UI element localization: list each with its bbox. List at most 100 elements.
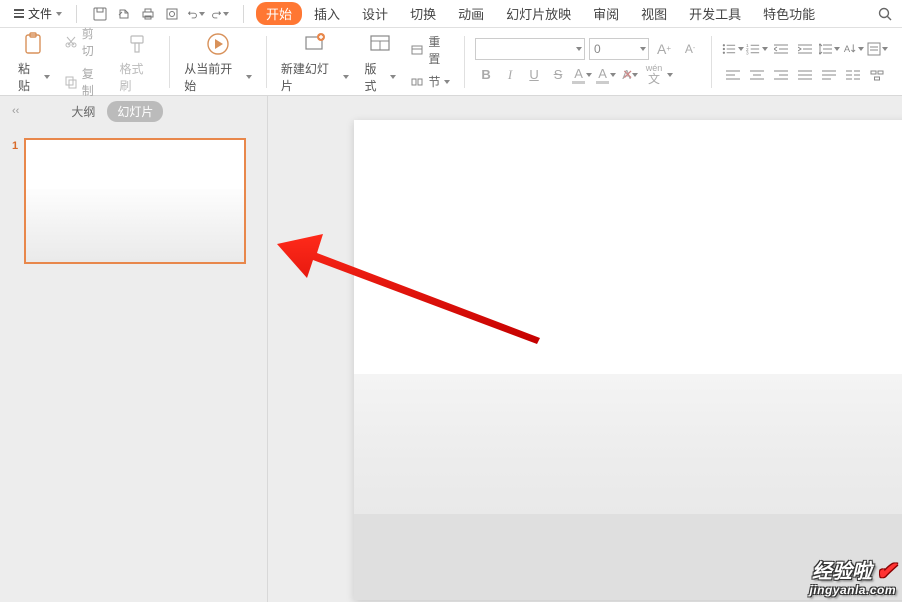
font-size-combo[interactable]: 0 <box>589 38 649 60</box>
italic-button[interactable]: I <box>499 64 521 86</box>
hamburger-icon <box>14 9 24 18</box>
slides-group: 新建幻灯片 版式 重置 节 <box>271 28 460 95</box>
chevron-down-icon <box>343 75 349 79</box>
text-direction-button[interactable]: A <box>842 39 864 59</box>
chevron-down-icon <box>223 12 229 16</box>
content-area: ‹‹ 大纲 幻灯片 1 <box>0 96 902 602</box>
chevron-down-icon <box>834 47 840 51</box>
watermark-url: jingyanla.com <box>809 584 896 596</box>
align-distribute-button[interactable] <box>818 65 840 85</box>
align-center-button[interactable] <box>746 65 768 85</box>
reset-icon <box>410 43 424 57</box>
paragraph-group: 123 A <box>716 28 894 95</box>
font-color-button[interactable]: A <box>595 64 617 86</box>
separator <box>266 36 267 88</box>
underline-button[interactable]: U <box>523 64 545 86</box>
chevron-down-icon <box>44 75 50 79</box>
clipboard-group: 粘贴 剪切 复制 格式刷 <box>8 28 165 95</box>
separator <box>76 5 77 23</box>
brush-icon <box>123 30 151 58</box>
columns-button[interactable] <box>842 65 864 85</box>
tab-developer[interactable]: 开发工具 <box>679 0 751 27</box>
chevron-down-icon <box>610 73 616 77</box>
separator <box>243 5 244 23</box>
chevron-down-icon <box>586 73 592 77</box>
from-current-button[interactable]: 从当前开始 <box>180 28 256 96</box>
copy-icon <box>64 75 78 89</box>
export-icon[interactable] <box>115 5 133 23</box>
font-family-combo[interactable] <box>475 38 585 60</box>
tab-home[interactable]: 开始 <box>256 2 302 25</box>
file-menu[interactable]: 文件 <box>8 2 68 26</box>
tab-review[interactable]: 审阅 <box>583 0 629 27</box>
section-icon <box>410 75 424 89</box>
slide-thumbnail-1[interactable]: 1 <box>12 138 255 264</box>
chevron-down-icon <box>762 47 768 51</box>
search-icon[interactable] <box>876 5 894 23</box>
chevron-down-icon <box>246 75 252 79</box>
align-text-button[interactable] <box>866 39 888 59</box>
cut-button[interactable]: 剪切 <box>62 24 108 60</box>
tab-slideshow[interactable]: 幻灯片放映 <box>496 0 581 27</box>
slide-panel: ‹‹ 大纲 幻灯片 1 <box>0 96 268 602</box>
collapse-panel-button[interactable]: ‹‹ <box>12 105 19 117</box>
convert-smartart-button[interactable] <box>866 65 888 85</box>
align-left-button[interactable] <box>722 65 744 85</box>
pinyin-button[interactable]: wén文 <box>643 64 665 86</box>
new-slide-button[interactable]: 新建幻灯片 <box>277 28 353 96</box>
check-icon: ✔ <box>876 560 896 584</box>
copy-button[interactable]: 复制 <box>62 64 108 100</box>
align-right-button[interactable] <box>770 65 792 85</box>
clear-format-button[interactable]: A✕ <box>619 64 641 86</box>
separator <box>169 36 170 88</box>
font-highlight-button[interactable]: A <box>571 64 593 86</box>
print-preview-icon[interactable] <box>163 5 181 23</box>
tab-animation[interactable]: 动画 <box>448 0 494 27</box>
scissors-icon <box>64 35 78 49</box>
format-painter-button[interactable]: 格式刷 <box>116 28 160 96</box>
chevron-down-icon <box>667 73 673 77</box>
new-slide-icon <box>301 30 329 58</box>
ribbon: 粘贴 剪切 复制 格式刷 <box>0 28 902 96</box>
tab-features[interactable]: 特色功能 <box>753 0 825 27</box>
redo-icon[interactable] <box>211 5 229 23</box>
thumbnail-preview <box>24 138 246 264</box>
section-button[interactable]: 节 <box>408 72 454 91</box>
reset-button[interactable]: 重置 <box>408 32 454 68</box>
print-icon[interactable] <box>139 5 157 23</box>
line-spacing-button[interactable] <box>818 39 840 59</box>
tab-design[interactable]: 设计 <box>352 0 398 27</box>
slide-canvas[interactable] <box>268 96 902 602</box>
outline-tab[interactable]: 大纲 <box>71 103 95 120</box>
layout-button[interactable]: 版式 <box>361 28 401 96</box>
font-group: 0 A+ A- B I U S A A A✕ <box>469 28 707 95</box>
strikethrough-button[interactable]: S <box>547 64 569 86</box>
layout-icon <box>366 30 394 58</box>
slide[interactable] <box>354 120 902 600</box>
slides-tab[interactable]: 幻灯片 <box>107 101 163 122</box>
panel-tabs: ‹‹ 大纲 幻灯片 <box>0 96 267 126</box>
decrease-indent-button[interactable] <box>770 39 792 59</box>
numbering-button[interactable]: 123 <box>746 39 768 59</box>
paste-button[interactable]: 粘贴 <box>14 28 54 96</box>
undo-icon[interactable] <box>187 5 205 23</box>
menu-bar: 文件 开始 插入 设计 切换 动画 幻灯片放映 审阅 视图 <box>0 0 902 28</box>
tab-transition[interactable]: 切换 <box>400 0 446 27</box>
grow-font-button[interactable]: A+ <box>653 38 675 60</box>
separator <box>464 36 465 88</box>
increase-indent-button[interactable] <box>794 39 816 59</box>
tab-insert[interactable]: 插入 <box>304 0 350 27</box>
thumbnail-number: 1 <box>12 138 18 152</box>
separator <box>711 36 712 88</box>
svg-text:A: A <box>844 43 851 53</box>
save-icon[interactable] <box>91 5 109 23</box>
bullets-button[interactable] <box>722 39 744 59</box>
chevron-down-icon <box>390 75 396 79</box>
bold-button[interactable]: B <box>475 64 497 86</box>
shrink-font-button[interactable]: A- <box>679 38 701 60</box>
watermark: 经验啦 ✔ jingyanla.com <box>809 560 896 596</box>
tab-view[interactable]: 视图 <box>631 0 677 27</box>
chevron-down-icon <box>738 47 744 51</box>
chevron-down-icon <box>640 47 646 51</box>
align-justify-button[interactable] <box>794 65 816 85</box>
